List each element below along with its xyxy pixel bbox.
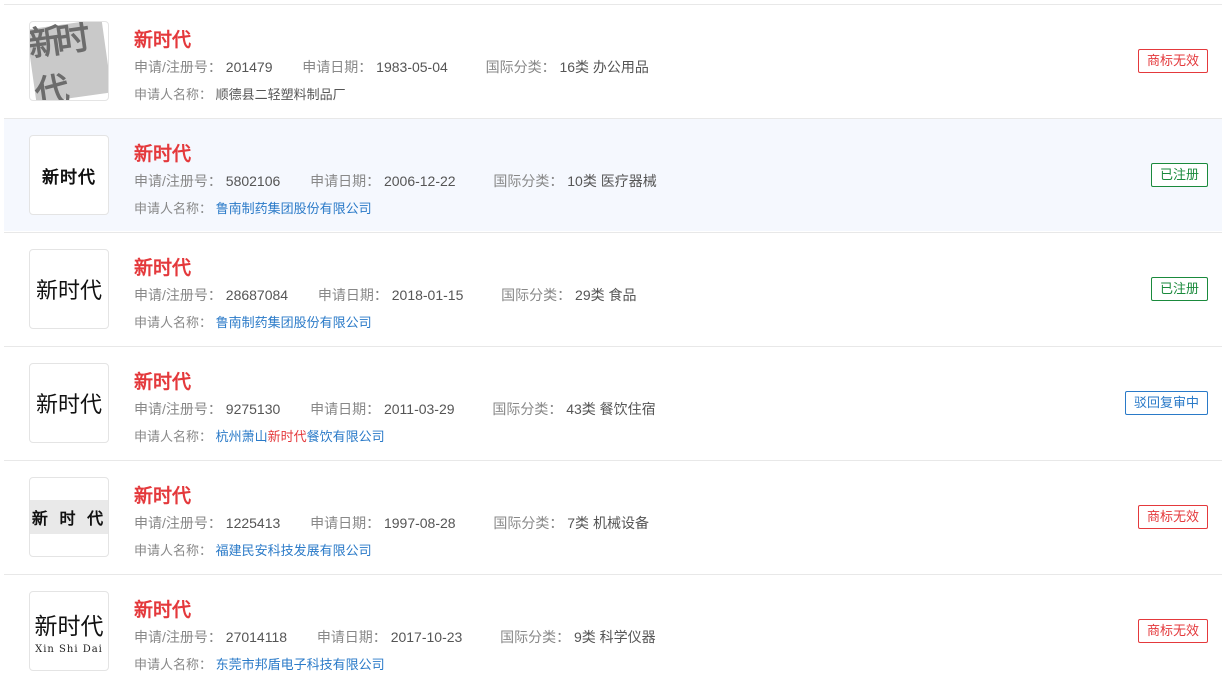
- applicant-label: 申请人名称：: [134, 315, 213, 330]
- intl-class-label: 国际分类：: [500, 629, 571, 645]
- applicant-label: 申请人名称：: [134, 201, 213, 216]
- applicant-name: 顺德县二轻塑料制品厂: [215, 87, 346, 102]
- trademark-logo-image[interactable]: 新时代: [29, 135, 109, 215]
- applicant: 申请人名称： 顺德县二轻塑料制品厂: [134, 84, 346, 103]
- intl-class-value: 7类 机械设备: [567, 515, 649, 531]
- status-badge: 商标无效: [1137, 505, 1208, 529]
- app-date-label: 申请日期：: [317, 287, 388, 303]
- app-date-value: 2011-03-29: [383, 401, 455, 417]
- applicant-name-highlight: 新时代: [267, 429, 307, 444]
- status-badge: 商标无效: [1137, 49, 1208, 73]
- logo-art: 新时代: [30, 22, 108, 100]
- reg-no-label: 申请/注册号：: [134, 515, 222, 531]
- trademark-meta: 申请/注册号： 27014118 申请日期： 2017-10-23 国际分类： …: [134, 627, 656, 647]
- intl-class-value: 9类 科学仪器: [574, 629, 656, 645]
- trademark-name[interactable]: 新时代: [134, 367, 191, 394]
- logo-text: 新时代: [42, 167, 96, 188]
- trademark-row[interactable]: 新时代 新时代 申请/注册号： 28687084 申请日期： 2018-01-1…: [4, 232, 1222, 345]
- trademark-name[interactable]: 新时代: [134, 139, 191, 166]
- status-badge: 驳回复审中: [1124, 391, 1208, 415]
- trademark-logo-image[interactable]: 新 时 代: [29, 477, 109, 557]
- intl-class-label: 国际分类：: [485, 59, 556, 75]
- applicant-label: 申请人名称：: [134, 657, 213, 672]
- trademark-row[interactable]: 新 时 代 新时代 申请/注册号： 1225413 申请日期： 1997-08-…: [4, 460, 1222, 573]
- status-badge: 已注册: [1150, 163, 1208, 187]
- applicant-link[interactable]: 福建民安科技发展有限公司: [216, 543, 372, 558]
- applicant: 申请人名称： 鲁南制药集团股份有限公司: [134, 198, 372, 217]
- trademark-logo-image[interactable]: 新时代: [29, 249, 109, 329]
- intl-class-value: 16类 办公用品: [559, 59, 649, 75]
- intl-class-label: 国际分类：: [493, 173, 564, 189]
- reg-no-value: 9275130: [225, 401, 281, 417]
- trademark-row[interactable]: 新时代 新时代 申请/注册号： 5802106 申请日期： 2006-12-22…: [4, 118, 1222, 231]
- logo-text: 新时代: [35, 393, 102, 418]
- applicant-label: 申请人名称：: [134, 543, 213, 558]
- reg-no-label: 申请/注册号：: [134, 287, 222, 303]
- applicant: 申请人名称： 福建民安科技发展有限公司: [134, 540, 372, 559]
- applicant-name-prefix: 杭州萧山: [215, 429, 268, 444]
- app-date-value: 2017-10-23: [390, 629, 463, 645]
- intl-class-value: 10类 医疗器械: [567, 173, 657, 189]
- trademark-name[interactable]: 新时代: [134, 25, 191, 52]
- applicant: 申请人名称： 杭州萧山新时代餐饮有限公司: [134, 426, 385, 445]
- trademark-logo-image[interactable]: 新时代: [29, 21, 109, 101]
- trademark-meta: 申请/注册号： 9275130 申请日期： 2011-03-29 国际分类： 4…: [134, 399, 656, 419]
- applicant-label: 申请人名称：: [134, 429, 213, 444]
- intl-class-value: 43类 餐饮住宿: [566, 401, 656, 417]
- intl-class-value: 29类 食品: [575, 287, 637, 303]
- status-badge: 商标无效: [1137, 619, 1208, 643]
- intl-class-label: 国际分类：: [501, 287, 572, 303]
- reg-no-label: 申请/注册号：: [134, 173, 222, 189]
- logo-text: 新 时 代: [31, 509, 107, 528]
- trademark-name[interactable]: 新时代: [134, 253, 191, 280]
- app-date-value: 2006-12-22: [383, 173, 456, 189]
- trademark-result-list: 新时代 新时代 申请/注册号： 201479 申请日期： 1983-05-04 …: [0, 0, 1222, 676]
- applicant-link[interactable]: 鲁南制药集团股份有限公司: [216, 315, 372, 330]
- trademark-name[interactable]: 新时代: [134, 595, 191, 622]
- trademark-logo-image[interactable]: 新时代 Xin Shi Dai: [29, 591, 109, 671]
- trademark-row[interactable]: 新时代 新时代 申请/注册号： 201479 申请日期： 1983-05-04 …: [4, 4, 1222, 117]
- app-date-value: 1997-08-28: [383, 515, 456, 531]
- app-date-label: 申请日期：: [310, 173, 381, 189]
- app-date-value: 1983-05-04: [376, 59, 448, 75]
- status-badge: 已注册: [1150, 277, 1208, 301]
- trademark-name[interactable]: 新时代: [134, 481, 191, 508]
- intl-class-label: 国际分类：: [492, 401, 563, 417]
- reg-no-label: 申请/注册号：: [134, 629, 222, 645]
- logo-pinyin: Xin Shi Dai: [35, 644, 103, 655]
- logo-text: 新时代: [35, 279, 102, 304]
- applicant: 申请人名称： 东莞市邦盾电子科技有限公司: [134, 654, 385, 673]
- trademark-meta: 申请/注册号： 5802106 申请日期： 2006-12-22 国际分类： 1…: [134, 171, 657, 191]
- trademark-meta: 申请/注册号： 201479 申请日期： 1983-05-04 国际分类： 16…: [134, 57, 649, 77]
- trademark-meta: 申请/注册号： 28687084 申请日期： 2018-01-15 国际分类： …: [134, 285, 637, 305]
- app-date-label: 申请日期：: [310, 401, 381, 417]
- trademark-logo-image[interactable]: 新时代: [29, 363, 109, 443]
- app-date-label: 申请日期：: [316, 629, 387, 645]
- applicant-link[interactable]: 鲁南制药集团股份有限公司: [216, 201, 372, 216]
- applicant-link[interactable]: 东莞市邦盾电子科技有限公司: [216, 657, 385, 672]
- intl-class-label: 国际分类：: [493, 515, 564, 531]
- reg-no-value: 201479: [225, 59, 273, 75]
- applicant-name-suffix: 餐饮有限公司: [306, 429, 385, 444]
- logo-text: 新时代: [34, 614, 104, 640]
- applicant: 申请人名称： 鲁南制药集团股份有限公司: [134, 312, 372, 331]
- app-date-label: 申请日期：: [310, 515, 381, 531]
- reg-no-value: 28687084: [225, 287, 289, 303]
- reg-no-label: 申请/注册号：: [134, 59, 222, 75]
- applicant-link[interactable]: 杭州萧山新时代餐饮有限公司: [216, 429, 385, 444]
- trademark-row[interactable]: 新时代 新时代 申请/注册号： 9275130 申请日期： 2011-03-29…: [4, 346, 1222, 459]
- reg-no-value: 5802106: [225, 173, 281, 189]
- app-date-value: 2018-01-15: [391, 287, 464, 303]
- logo-band: 新 时 代: [30, 500, 108, 534]
- trademark-meta: 申请/注册号： 1225413 申请日期： 1997-08-28 国际分类： 7…: [134, 513, 649, 533]
- reg-no-value: 1225413: [225, 515, 281, 531]
- reg-no-label: 申请/注册号：: [134, 401, 222, 417]
- applicant-label: 申请人名称：: [134, 87, 213, 102]
- app-date-label: 申请日期：: [302, 59, 373, 75]
- trademark-row[interactable]: 新时代 Xin Shi Dai 新时代 申请/注册号： 27014118 申请日…: [4, 574, 1222, 676]
- reg-no-value: 27014118: [225, 629, 288, 645]
